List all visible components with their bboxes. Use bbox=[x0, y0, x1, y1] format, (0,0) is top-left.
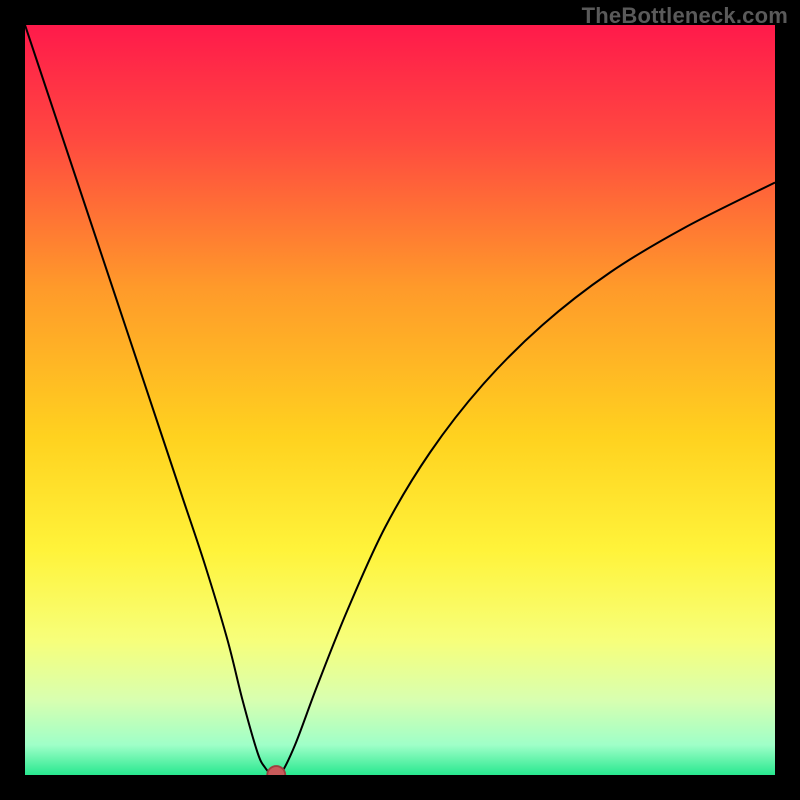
optimum-marker bbox=[267, 766, 285, 775]
watermark-text: TheBottleneck.com bbox=[582, 3, 788, 29]
chart-background bbox=[25, 25, 775, 775]
bottleneck-chart bbox=[25, 25, 775, 775]
chart-frame: TheBottleneck.com bbox=[0, 0, 800, 800]
